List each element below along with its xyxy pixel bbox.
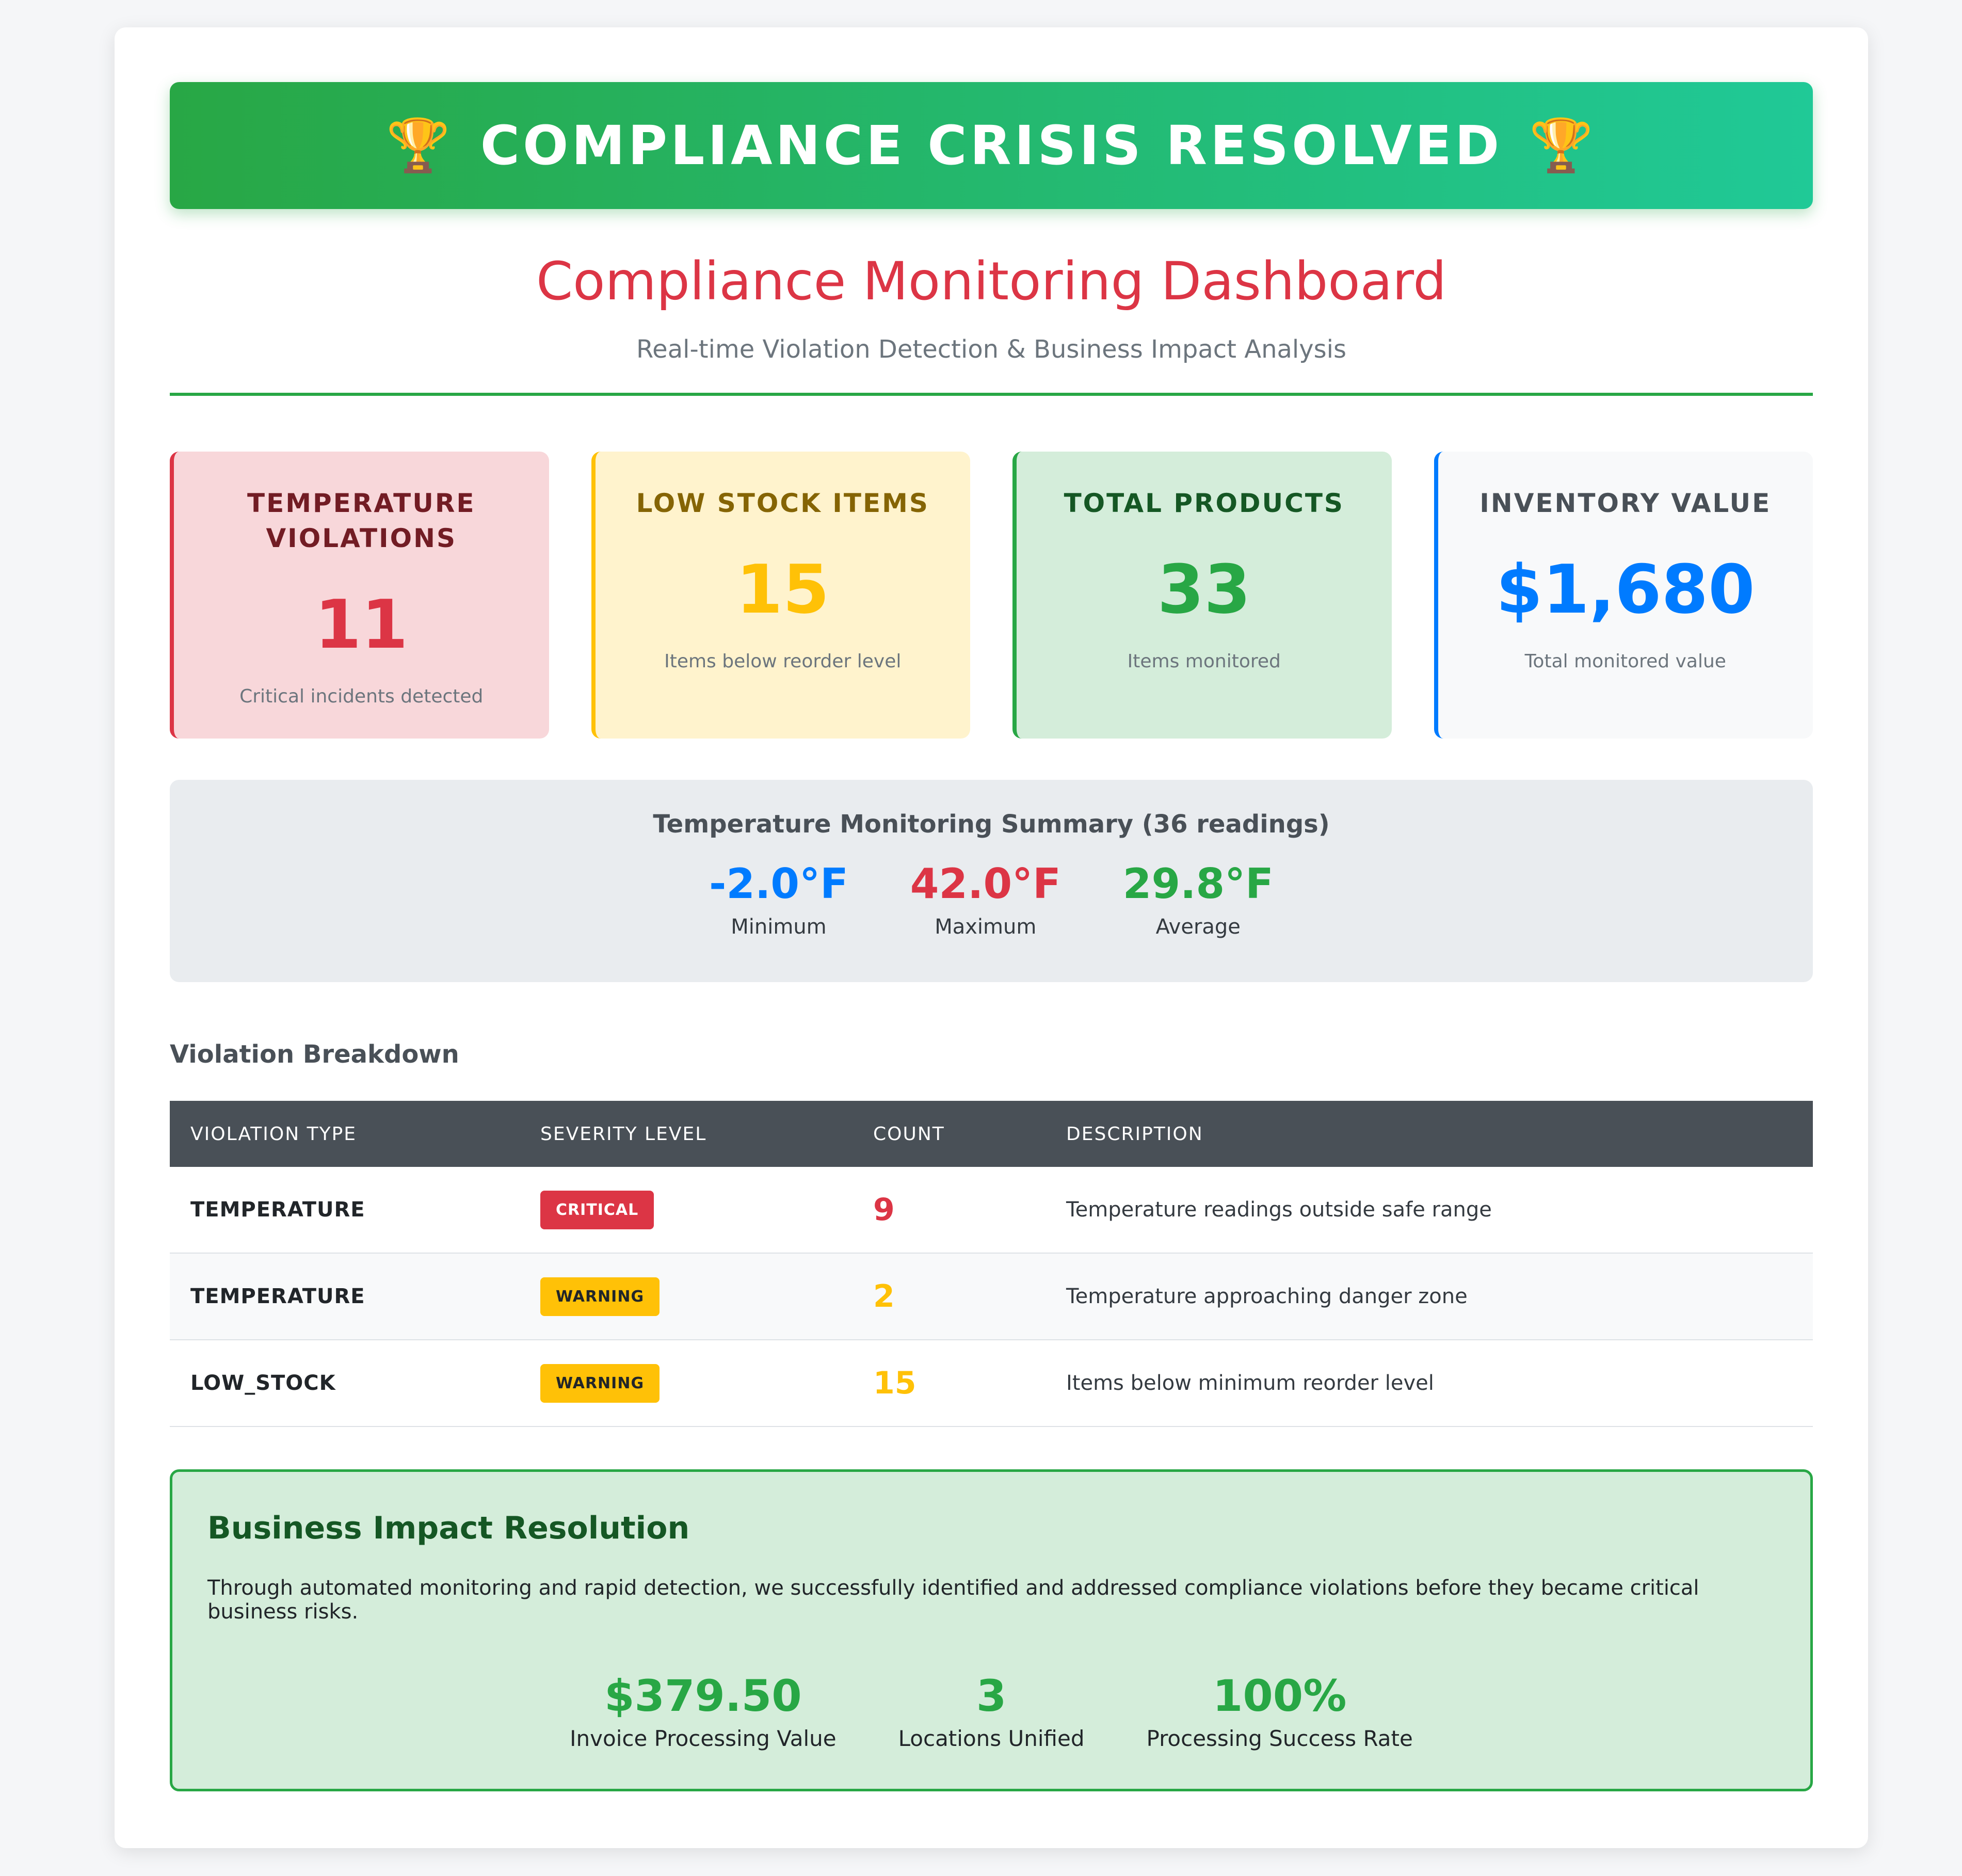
description-cell: Items below minimum reorder level <box>1046 1340 1813 1427</box>
stat-label: TEMPERATURE VIOLATIONS <box>247 488 476 553</box>
severity-badge: WARNING <box>540 1364 660 1403</box>
table-row: LOW_STOCK WARNING 15 Items below minimum… <box>170 1340 1813 1427</box>
column-header-severity-level[interactable]: SEVERITY LEVEL <box>520 1101 853 1167</box>
page-title: Compliance Monitoring Dashboard <box>536 251 1447 312</box>
temperature-maximum: 42.0°F Maximum <box>910 863 1061 939</box>
stat-card-low-stock: LOW STOCK ITEMS 15 Items below reorder l… <box>591 452 970 739</box>
stat-description: Items below reorder level <box>664 651 902 672</box>
count-cell: 15 <box>853 1340 1046 1427</box>
impact-metric-value: 100% <box>1212 1671 1347 1721</box>
stat-value: 15 <box>736 550 830 629</box>
business-impact-panel: Business Impact Resolution Through autom… <box>170 1469 1813 1791</box>
severity-cell: WARNING <box>520 1340 853 1427</box>
impact-metric-value: $379.50 <box>604 1671 802 1721</box>
temperature-summary-title: Temperature Monitoring Summary (36 readi… <box>653 810 1330 839</box>
stat-description: Critical incidents detected <box>239 686 484 707</box>
table-row: TEMPERATURE CRITICAL 9 Temperature readi… <box>170 1167 1813 1254</box>
header-divider <box>170 393 1813 396</box>
trophy-icon: 🏆 <box>386 115 454 175</box>
stat-card-total-products: TOTAL PRODUCTS 33 Items monitored <box>1012 452 1392 739</box>
temperature-summary-panel: Temperature Monitoring Summary (36 readi… <box>170 780 1813 982</box>
temperature-minimum: -2.0°F Minimum <box>709 863 848 939</box>
temperature-value: 29.8°F <box>1122 860 1274 908</box>
stat-card-inventory-value: INVENTORY VALUE $1,680 Total monitored v… <box>1434 452 1813 739</box>
dashboard-container: 🏆 COMPLIANCE CRISIS RESOLVED 🏆 Complianc… <box>115 27 1868 1848</box>
impact-metric-locations: 3 Locations Unified <box>898 1674 1085 1751</box>
stat-cards: TEMPERATURE VIOLATIONS 11 Critical incid… <box>170 452 1813 739</box>
temperature-label: Minimum <box>731 915 827 939</box>
violation-type-cell: LOW_STOCK <box>170 1340 520 1427</box>
temperature-value: -2.0°F <box>709 860 848 908</box>
page-subtitle: Real-time Violation Detection & Business… <box>636 335 1346 364</box>
column-header-violation-type[interactable]: VIOLATION TYPE <box>170 1101 520 1167</box>
severity-badge: WARNING <box>540 1277 660 1316</box>
banner-text: COMPLIANCE CRISIS RESOLVED <box>480 114 1503 177</box>
business-impact-title: Business Impact Resolution <box>207 1510 690 1546</box>
impact-metrics: $379.50 Invoice Processing Value 3 Locat… <box>207 1674 1775 1751</box>
violation-type-cell: TEMPERATURE <box>170 1167 520 1254</box>
column-header-count[interactable]: COUNT <box>853 1101 1046 1167</box>
stat-description: Items monitored <box>1127 651 1281 672</box>
impact-metric-label: Locations Unified <box>898 1726 1085 1751</box>
stat-label: TOTAL PRODUCTS <box>1064 488 1344 518</box>
stat-value: 11 <box>314 585 408 664</box>
description-cell: Temperature readings outside safe range <box>1046 1167 1813 1254</box>
severity-cell: CRITICAL <box>520 1167 853 1254</box>
stat-label: LOW STOCK ITEMS <box>636 488 929 518</box>
stat-value: 33 <box>1157 550 1251 629</box>
stat-card-temperature-violations: TEMPERATURE VIOLATIONS 11 Critical incid… <box>170 452 549 739</box>
impact-metric-label: Invoice Processing Value <box>570 1726 837 1751</box>
temperature-readings: -2.0°F Minimum 42.0°F Maximum 29.8°F Ave… <box>170 863 1813 939</box>
impact-metric-success-rate: 100% Processing Success Rate <box>1146 1674 1412 1751</box>
business-impact-text: Through automated monitoring and rapid d… <box>207 1576 1699 1624</box>
stat-description: Total monitored value <box>1524 651 1726 672</box>
severity-badge: CRITICAL <box>540 1190 654 1229</box>
temperature-average: 29.8°F Average <box>1123 863 1274 939</box>
violation-breakdown-title: Violation Breakdown <box>170 1040 459 1069</box>
severity-cell: WARNING <box>520 1253 853 1340</box>
violation-type-cell: TEMPERATURE <box>170 1253 520 1340</box>
count-cell: 9 <box>853 1167 1046 1254</box>
count-cell: 2 <box>853 1253 1046 1340</box>
stat-value: $1,680 <box>1495 550 1755 629</box>
stat-label: INVENTORY VALUE <box>1479 488 1772 518</box>
table-header-row: VIOLATION TYPE SEVERITY LEVEL COUNT DESC… <box>170 1101 1813 1167</box>
temperature-label: Average <box>1155 915 1241 939</box>
trophy-icon: 🏆 <box>1529 115 1597 175</box>
impact-metric-value: 3 <box>976 1671 1007 1721</box>
violation-table: VIOLATION TYPE SEVERITY LEVEL COUNT DESC… <box>170 1101 1813 1427</box>
column-header-description[interactable]: DESCRIPTION <box>1046 1101 1813 1167</box>
description-cell: Temperature approaching danger zone <box>1046 1253 1813 1340</box>
temperature-label: Maximum <box>935 915 1037 939</box>
impact-metric-label: Processing Success Rate <box>1146 1726 1413 1751</box>
impact-metric-invoice-value: $379.50 Invoice Processing Value <box>570 1674 836 1751</box>
temperature-value: 42.0°F <box>910 860 1061 908</box>
status-banner: 🏆 COMPLIANCE CRISIS RESOLVED 🏆 <box>170 82 1813 209</box>
table-row: TEMPERATURE WARNING 2 Temperature approa… <box>170 1253 1813 1340</box>
